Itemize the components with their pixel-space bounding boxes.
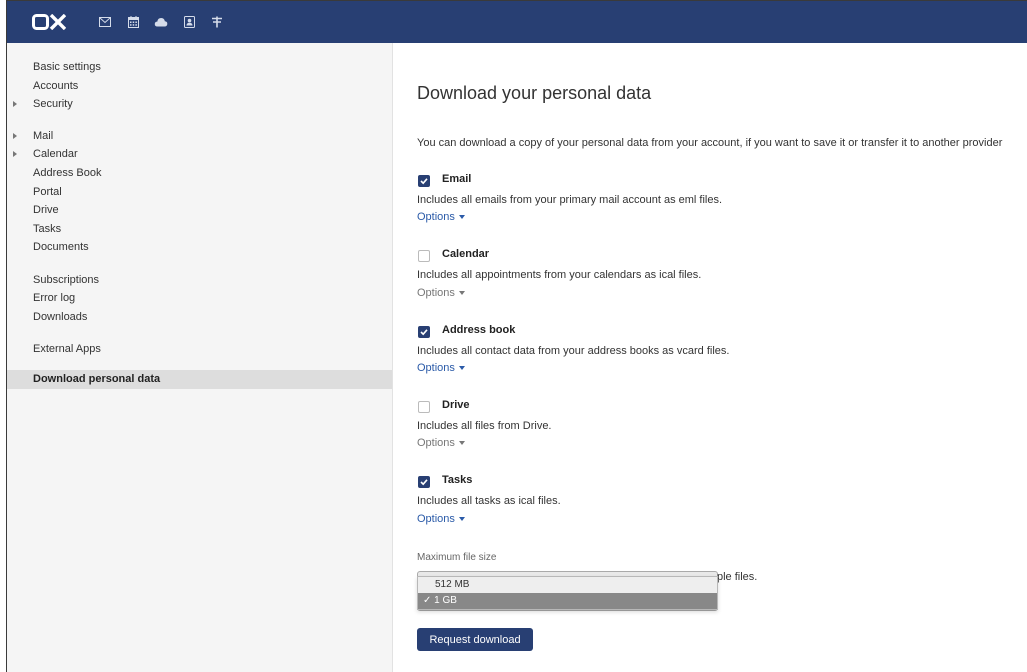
drive-section-description: Includes all files from Drive.	[417, 420, 552, 432]
cloud-icon[interactable]	[148, 12, 174, 32]
drive-options-dropdown[interactable]: Options	[417, 437, 465, 449]
address-book-checkbox[interactable]	[418, 326, 430, 338]
top-bar	[7, 1, 1027, 43]
chevron-down-icon	[458, 366, 465, 370]
sidebar-item-label: External Apps	[33, 343, 101, 355]
sidebar-item-label: Calendar	[33, 148, 78, 160]
caret-right-icon[interactable]	[13, 101, 17, 107]
chevron-down-icon	[458, 291, 465, 295]
select-option-label: 1 GB	[434, 595, 457, 606]
sidebar-item-label: Basic settings	[33, 61, 101, 73]
chevron-down-icon	[458, 517, 465, 521]
tasks-section-title: Tasks	[442, 474, 473, 486]
tasks-checkbox[interactable]	[418, 476, 430, 488]
caret-right-icon[interactable]	[13, 151, 17, 157]
sidebar-item-label: Subscriptions	[33, 274, 100, 286]
address-book-options-dropdown[interactable]: Options	[417, 362, 465, 374]
options-label: Options	[417, 513, 455, 525]
sidebar-item-label: Download personal data	[33, 373, 161, 385]
checkmark-icon: ✓	[423, 595, 435, 606]
options-label: Options	[417, 362, 455, 374]
sidebar-item-label: Downloads	[33, 311, 88, 323]
app-launcher	[92, 12, 232, 32]
sidebar-item-tasks[interactable]: Tasks	[7, 220, 392, 239]
sidebar-item-label: Drive	[33, 204, 59, 216]
sidebar-item-downloads[interactable]: Downloads	[7, 308, 392, 327]
select-option-1gb[interactable]: ✓ 1 GB	[418, 593, 717, 609]
options-label: Options	[417, 211, 455, 223]
email-checkbox[interactable]	[418, 175, 430, 187]
sidebar-item-label: Error log	[33, 292, 76, 304]
sidebar-item-download-personal-data[interactable]: Download personal data	[7, 370, 392, 389]
sidebar-item-label: Documents	[33, 241, 89, 253]
sidebar-item-documents[interactable]: Documents	[7, 238, 392, 257]
calendar-options-dropdown[interactable]: Options	[417, 287, 465, 299]
sidebar-item-error-log[interactable]: Error log	[7, 289, 392, 308]
page-title: Download your personal data	[417, 83, 652, 103]
sidebar-item-label: Security	[33, 98, 73, 110]
address-book-section-description: Includes all contact data from your addr…	[417, 345, 730, 357]
sidebar-item-accounts[interactable]: Accounts	[7, 77, 392, 96]
email-options-dropdown[interactable]: Options	[417, 211, 465, 223]
sidebar-item-calendar[interactable]: Calendar	[7, 145, 392, 164]
sidebar-item-label: Mail	[33, 130, 54, 142]
select-option-512mb[interactable]: 512 MB	[418, 577, 717, 593]
sidebar-item-label: Tasks	[33, 223, 62, 235]
tasks-section-description: Includes all tasks as ical files.	[417, 495, 561, 507]
calendar-section-title: Calendar	[442, 248, 490, 260]
drive-section-title: Drive	[442, 399, 470, 411]
sidebar-item-security[interactable]: Security	[7, 95, 392, 114]
portal-icon[interactable]	[204, 12, 230, 32]
chevron-down-icon	[458, 215, 465, 219]
calendar-section-description: Includes all appointments from your cale…	[417, 269, 702, 281]
calendar-icon[interactable]	[120, 12, 146, 32]
sidebar-item-label: Accounts	[33, 80, 79, 92]
sidebar-item-basic-settings[interactable]: Basic settings	[7, 58, 392, 77]
drive-checkbox[interactable]	[418, 401, 430, 413]
ox-logo[interactable]	[32, 12, 72, 32]
mail-icon[interactable]	[92, 12, 118, 32]
tasks-options-dropdown[interactable]: Options	[417, 513, 465, 525]
calendar-checkbox[interactable]	[418, 250, 430, 262]
caret-right-icon[interactable]	[13, 133, 17, 139]
sidebar-item-label: Portal	[33, 186, 62, 198]
sidebar-item-subscriptions[interactable]: Subscriptions	[7, 271, 392, 290]
max-file-size-popup-menu: 512 MB ✓ 1 GB	[417, 576, 718, 610]
chevron-down-icon	[458, 441, 465, 445]
options-label: Options	[417, 437, 455, 449]
sidebar-item-drive[interactable]: Drive	[7, 201, 392, 220]
max-file-size-help-text: ple files.	[717, 571, 758, 583]
sidebar-item-portal[interactable]: Portal	[7, 183, 392, 202]
max-file-size-label: Maximum file size	[417, 552, 497, 563]
address-book-section-title: Address book	[442, 324, 516, 336]
sidebar-item-address-book[interactable]: Address Book	[7, 164, 392, 183]
email-section-title: Email	[442, 173, 472, 185]
address-book-icon[interactable]	[176, 12, 202, 32]
intro-text: You can download a copy of your personal…	[417, 137, 1003, 149]
sidebar-item-mail[interactable]: Mail	[7, 127, 392, 146]
sidebar-item-label: Address Book	[33, 167, 102, 179]
settings-sidebar: Basic settings Accounts Security Mail Ca…	[7, 43, 393, 672]
options-label: Options	[417, 287, 455, 299]
email-section-description: Includes all emails from your primary ma…	[417, 194, 723, 206]
sidebar-item-external-apps[interactable]: External Apps	[7, 340, 392, 359]
request-download-button[interactable]: Request download	[417, 628, 533, 651]
